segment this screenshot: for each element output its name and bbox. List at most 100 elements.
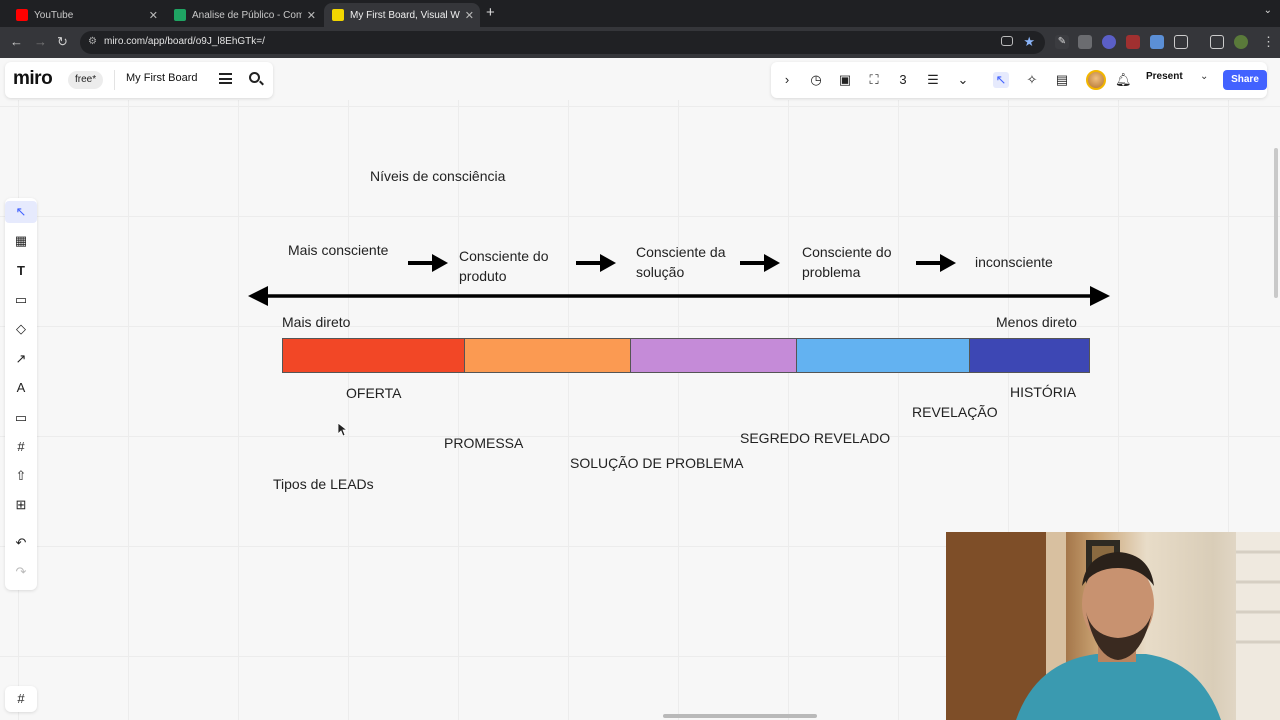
board-heading[interactable]: Níveis de consciência bbox=[370, 166, 505, 186]
miro-logo[interactable]: miro bbox=[13, 68, 53, 90]
right-end-label[interactable]: Menos direto bbox=[996, 312, 1077, 332]
pen-icon[interactable]: A bbox=[5, 377, 37, 399]
browser-tab-youtube[interactable]: YouTube ✕ bbox=[8, 3, 164, 27]
camera-icon[interactable] bbox=[1001, 36, 1013, 46]
extension-icon[interactable] bbox=[1078, 35, 1092, 49]
pen-extension-icon[interactable]: ✎ bbox=[1055, 35, 1069, 49]
user-avatar[interactable] bbox=[1086, 70, 1106, 90]
undo-icon[interactable]: ↶ bbox=[5, 532, 37, 554]
right-arrow-icon[interactable] bbox=[408, 252, 448, 274]
select-tool-icon[interactable]: ↖ bbox=[5, 201, 37, 223]
tab-search-chevron-icon[interactable]: ⌄ bbox=[1264, 5, 1272, 16]
stage-line: Consciente do bbox=[802, 244, 892, 260]
browser-tab-miro[interactable]: My First Board, Visual Works ✕ bbox=[324, 3, 480, 27]
sticky-note-icon[interactable]: ▭ bbox=[5, 289, 37, 311]
miro-favicon-icon bbox=[332, 9, 344, 21]
stage-label[interactable]: Consciente da solução bbox=[636, 242, 726, 282]
tab-title: Analise de Público - Como sa bbox=[192, 9, 302, 21]
present-dropdown-chevron-icon[interactable]: ⌄ bbox=[1200, 71, 1208, 82]
browser-menu-icon[interactable]: ⋮ bbox=[1262, 34, 1275, 50]
comment-icon[interactable]: ▤ bbox=[1054, 72, 1070, 88]
bar-segment-oferta[interactable] bbox=[282, 338, 465, 373]
shapes-icon[interactable]: ◇ bbox=[5, 318, 37, 340]
bar-segment-historia[interactable] bbox=[969, 338, 1090, 373]
hamburger-menu-icon[interactable] bbox=[219, 73, 232, 84]
screen-capture-icon[interactable]: ⛶ bbox=[866, 72, 882, 88]
board-name[interactable]: My First Board bbox=[126, 72, 198, 84]
creation-toolbar: ↖ ▦ T ▭ ◇ ↗ A ▭ # ⇧ ⊞ ↶ ↷ bbox=[5, 198, 37, 590]
stage-line: Consciente da bbox=[636, 244, 726, 260]
tab-title: My First Board, Visual Works bbox=[350, 9, 460, 21]
right-arrow-icon[interactable] bbox=[576, 252, 616, 274]
frame-icon[interactable]: # bbox=[5, 436, 37, 458]
text-tool-icon[interactable]: T bbox=[5, 260, 37, 282]
side-panel-icon[interactable] bbox=[1210, 35, 1224, 49]
timer-icon[interactable]: ◷ bbox=[808, 72, 824, 88]
more-chevron-icon[interactable]: ⌄ bbox=[955, 72, 971, 88]
lead-type-label[interactable]: HISTÓRIA bbox=[1010, 382, 1076, 402]
stage-label[interactable]: Mais consciente bbox=[288, 240, 388, 260]
bar-segment-solucao[interactable] bbox=[630, 338, 797, 373]
sheets-favicon-icon bbox=[174, 9, 186, 21]
extension-icon[interactable] bbox=[1102, 35, 1116, 49]
search-icon[interactable] bbox=[249, 72, 260, 83]
presenter-video-image bbox=[946, 532, 1280, 720]
extensions-puzzle-icon[interactable] bbox=[1174, 35, 1188, 49]
horizontal-scrollbar[interactable] bbox=[663, 714, 817, 718]
browser-tab-analise[interactable]: Analise de Público - Como sa ✕ bbox=[166, 3, 322, 27]
stage-label[interactable]: inconsciente bbox=[975, 252, 1053, 272]
close-tab-icon[interactable]: ✕ bbox=[465, 9, 474, 22]
double-arrow-icon[interactable] bbox=[248, 284, 1110, 308]
site-info-icon[interactable]: ⚙ bbox=[88, 36, 97, 47]
youtube-favicon-icon bbox=[16, 9, 28, 21]
templates-icon[interactable]: ▦ bbox=[5, 230, 37, 252]
upload-icon[interactable]: ⇧ bbox=[5, 465, 37, 487]
stage-line: Mais consciente bbox=[288, 242, 389, 258]
close-tab-icon[interactable]: ✕ bbox=[307, 9, 316, 22]
notifications-bell-icon[interactable]: 🔔︎ bbox=[1115, 72, 1132, 88]
new-tab-icon[interactable]: + bbox=[486, 4, 495, 21]
url-text: miro.com/app/board/o9J_l8EhGTk=/ bbox=[104, 36, 265, 47]
count-icon[interactable]: 3 bbox=[895, 72, 911, 88]
redo-icon[interactable]: ↷ bbox=[5, 561, 37, 583]
mouse-cursor-icon bbox=[338, 423, 348, 437]
lead-type-label[interactable]: REVELAÇÃO bbox=[912, 402, 998, 422]
select-cursor-icon[interactable]: ↖ bbox=[993, 72, 1009, 88]
extension-icon[interactable] bbox=[1150, 35, 1164, 49]
profile-avatar-icon[interactable] bbox=[1234, 35, 1248, 49]
bar-segment-promessa[interactable] bbox=[464, 338, 631, 373]
vertical-scrollbar[interactable] bbox=[1274, 148, 1278, 298]
lead-types-title[interactable]: Tipos de LEADs bbox=[273, 474, 374, 494]
lead-type-label[interactable]: SOLUÇÃO DE PROBLEMA bbox=[570, 453, 744, 473]
forward-icon[interactable]: → bbox=[34, 34, 47, 49]
divider bbox=[114, 70, 115, 90]
comment-tool-icon[interactable]: ▭ bbox=[5, 407, 37, 429]
stage-label[interactable]: Consciente do problema bbox=[802, 242, 892, 282]
frames-panel-icon[interactable]: # bbox=[5, 686, 37, 712]
lead-type-label[interactable]: PROMESSA bbox=[444, 433, 523, 453]
reload-icon[interactable]: ↻ bbox=[57, 34, 68, 50]
lead-type-label[interactable]: OFERTA bbox=[346, 383, 402, 403]
left-end-label[interactable]: Mais direto bbox=[282, 312, 350, 332]
right-arrow-icon[interactable] bbox=[740, 252, 780, 274]
bar-segment-segredo[interactable] bbox=[796, 338, 970, 373]
tab-title: YouTube bbox=[34, 9, 74, 21]
more-apps-plus-icon[interactable]: ⊞ bbox=[5, 494, 37, 516]
expand-chevron-icon[interactable]: › bbox=[779, 72, 795, 88]
browser-toolbar: ← → ↻ ⚙ miro.com/app/board/o9J_l8EhGTk=/… bbox=[0, 27, 1280, 58]
right-arrow-icon[interactable] bbox=[916, 252, 956, 274]
reactions-icon[interactable]: ✧ bbox=[1024, 72, 1040, 88]
bookmark-star-icon[interactable]: ★ bbox=[1023, 34, 1035, 50]
extension-icon[interactable] bbox=[1126, 35, 1140, 49]
board-edit-icon[interactable]: ▣ bbox=[837, 72, 853, 88]
stage-label[interactable]: Consciente do produto bbox=[459, 246, 549, 286]
plan-badge[interactable]: free* bbox=[68, 71, 104, 89]
close-tab-icon[interactable]: ✕ bbox=[149, 9, 158, 22]
back-icon[interactable]: ← bbox=[10, 34, 23, 49]
notes-icon[interactable]: ☰ bbox=[925, 72, 941, 88]
lead-type-label[interactable]: SEGREDO REVELADO bbox=[740, 428, 890, 448]
connection-line-icon[interactable]: ↗ bbox=[5, 348, 37, 370]
address-bar[interactable]: ⚙ miro.com/app/board/o9J_l8EhGTk=/ ★ bbox=[80, 31, 1045, 54]
present-button[interactable]: Present bbox=[1146, 71, 1183, 82]
share-button[interactable]: Share bbox=[1223, 70, 1267, 90]
